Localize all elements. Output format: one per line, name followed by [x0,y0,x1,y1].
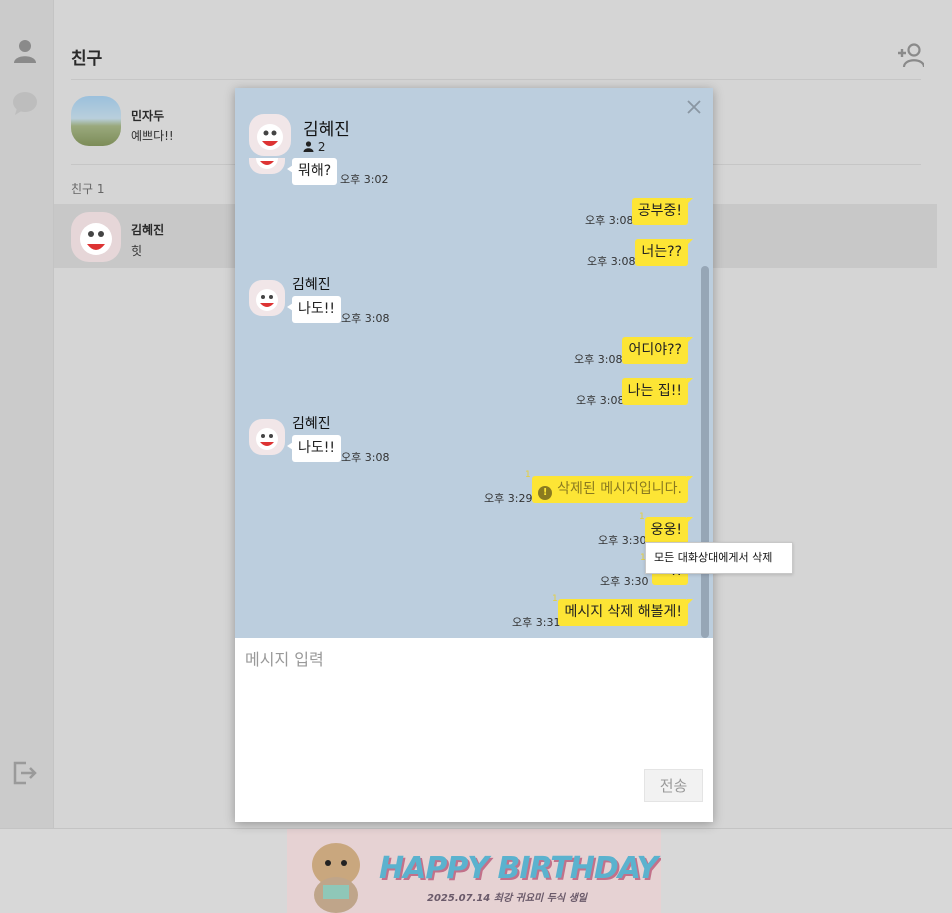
send-button[interactable]: 전송 [644,769,703,802]
message-list-scrollbar[interactable] [701,266,709,638]
left-rail [0,0,54,828]
message-bubble[interactable]: 뭐해? [286,158,338,185]
sender-name: 김혜진 [292,277,331,293]
chat-bubble-icon[interactable] [12,90,38,116]
page-title: 친구 [71,49,103,69]
message-bubble[interactable]: 나도!! [287,435,341,462]
unread-count: 1 [639,512,645,522]
unread-count: 1 [525,470,531,480]
message-time: 오후 3:30 [598,534,647,547]
my-name: 민자두 [131,109,165,123]
sender-name: 김혜진 [292,416,331,432]
avatar [71,212,121,262]
message-time: 오후 3:08 [585,214,634,227]
message-list: 뭐해? 오후 3:02 오후 3:08 공부중! 오후 3:08 너는?? 김혜… [235,158,713,638]
add-friend-icon[interactable] [896,42,924,68]
message-bubble[interactable]: 웅웅! [644,517,694,544]
birthday-banner[interactable]: HAPPY BIRTHDAY 2025.07.14 최강 귀요미 두식 생일 [287,829,661,913]
friend-name: 김혜진 [131,223,165,237]
message-composer: 전송 [235,638,713,822]
avatar [249,280,285,316]
message-time: 오후 3:02 [340,173,389,186]
member-count-value: 2 [317,140,326,154]
message-time: 오후 3:08 [574,353,623,366]
friend-count-label: 친구 1 [71,182,105,196]
info-icon: ! [538,486,553,500]
close-icon[interactable] [685,98,703,116]
friend-status-message: 힛 [131,244,143,258]
avatar [249,419,285,455]
message-bubble[interactable]: 너는?? [635,239,693,266]
deleted-message-bubble[interactable]: ! 삭제된 메시지입니다. [532,476,693,503]
avatar [71,96,121,146]
message-time: 오후 3:08 [576,394,625,407]
message-time: 오후 3:08 [587,255,636,268]
dog-photo [312,843,360,913]
avatar[interactable] [249,114,291,156]
divider [71,79,921,80]
message-input[interactable] [245,646,700,756]
message-bubble[interactable]: 나는 집!! [621,378,694,405]
unread-count: 1 [552,594,558,604]
message-time: 오후 3:08 [341,451,390,464]
message-time: 오후 3:30 [600,575,649,588]
avatar [249,158,285,174]
message-bubble[interactable]: 나도!! [287,296,341,323]
message-time: 오후 3:31 [512,616,561,629]
message-time: 오후 3:29 [484,492,533,505]
person-icon [303,141,314,152]
logout-icon[interactable] [12,760,38,786]
banner-subtitle: 2025.07.14 최강 귀요미 두식 생일 [427,893,587,904]
member-count: 2 [303,140,325,154]
message-time: 오후 3:08 [341,312,390,325]
message-bubble[interactable]: 공부중! [631,198,694,225]
chat-partner-name: 김혜진 [303,120,350,140]
my-status-message: 예쁘다!! [131,129,174,143]
person-icon[interactable] [12,38,38,64]
delete-for-all-menu-item[interactable]: 모든 대화상대에게서 삭제 [645,542,793,574]
chat-window: 김혜진 2 뭐해? 오후 3:02 오후 3:08 공부중! 오후 3:08 너… [235,88,713,822]
message-bubble[interactable]: 어디야?? [622,337,693,364]
deleted-message-text: 삭제된 메시지입니다. [557,481,682,497]
banner-title: HAPPY BIRTHDAY [379,851,658,886]
message-bubble[interactable]: 메시지 삭제 해볼게! [558,599,693,626]
